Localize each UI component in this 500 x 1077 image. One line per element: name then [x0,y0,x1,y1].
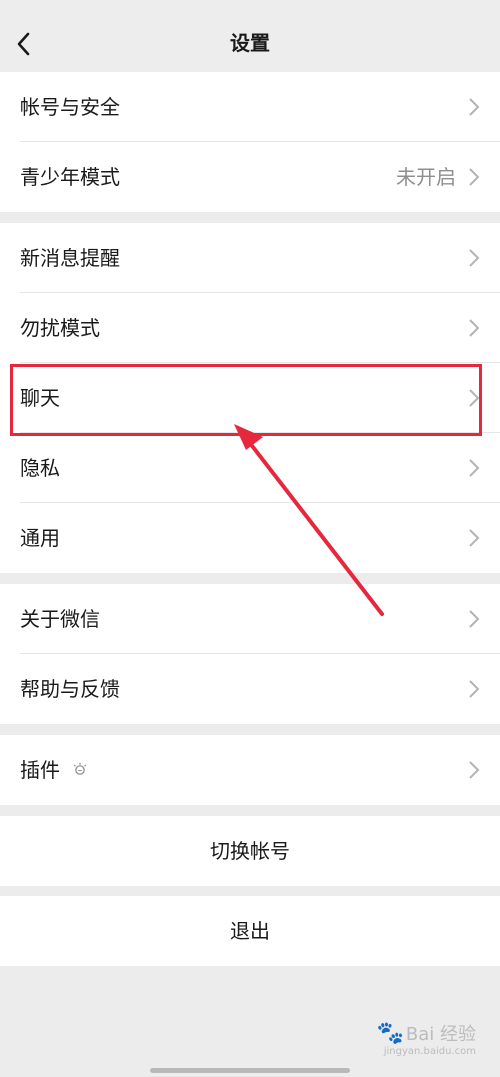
row-label: 青少年模式 [20,165,120,189]
logout-button[interactable]: 退出 [0,896,500,966]
row-label: 帐号与安全 [20,95,120,119]
nav-bar: 设置 [0,0,500,72]
chevron-right-icon [469,249,480,267]
switch-account-section: 切换帐号 [0,816,500,886]
settings-group-account: 帐号与安全 青少年模式 未开启 [0,72,500,212]
baidu-watermark: 🐾 Bai 经验 jingyan.baidu.com [376,1020,476,1057]
chat-highlight-box [10,364,482,436]
page-title: 设置 [230,31,270,55]
settings-row-plugins[interactable]: 插件 [0,735,500,805]
baidu-paw-icon: 🐾 [376,1021,404,1046]
home-indicator [150,1068,350,1073]
teen-mode-status: 未开启 [396,165,456,189]
settings-group-about: 关于微信 帮助与反馈 [0,584,500,724]
settings-row-privacy[interactable]: 隐私 [0,433,500,503]
switch-account-button[interactable]: 切换帐号 [0,816,500,886]
plugin-bulb-icon [73,762,87,775]
row-label: 勿扰模式 [20,316,100,340]
settings-row-teen-mode[interactable]: 青少年模式 未开启 [0,142,500,212]
chevron-right-icon [469,459,480,477]
row-label: 插件 [20,758,60,782]
settings-row-about-wechat[interactable]: 关于微信 [0,584,500,654]
settings-row-account-security[interactable]: 帐号与安全 [0,72,500,142]
chevron-right-icon [469,680,480,698]
settings-row-do-not-disturb[interactable]: 勿扰模式 [0,293,500,363]
row-label: 通用 [20,526,60,550]
row-label: 新消息提醒 [20,246,120,270]
row-label: 关于微信 [20,607,100,631]
settings-row-general[interactable]: 通用 [0,503,500,573]
settings-group-plugins: 插件 [0,735,500,805]
chevron-right-icon [469,98,480,116]
watermark-url: jingyan.baidu.com [383,1046,476,1057]
row-label: 帮助与反馈 [20,677,120,701]
logout-section: 退出 [0,896,500,966]
chevron-right-icon [469,319,480,337]
watermark-text: Bai 经验 [405,1024,476,1045]
chevron-right-icon [469,761,480,779]
settings-row-new-message-alerts[interactable]: 新消息提醒 [0,223,500,293]
settings-row-help-feedback[interactable]: 帮助与反馈 [0,654,500,724]
row-label: 隐私 [20,456,60,480]
chevron-right-icon [469,168,480,186]
chevron-right-icon [469,529,480,547]
chevron-right-icon [469,610,480,628]
